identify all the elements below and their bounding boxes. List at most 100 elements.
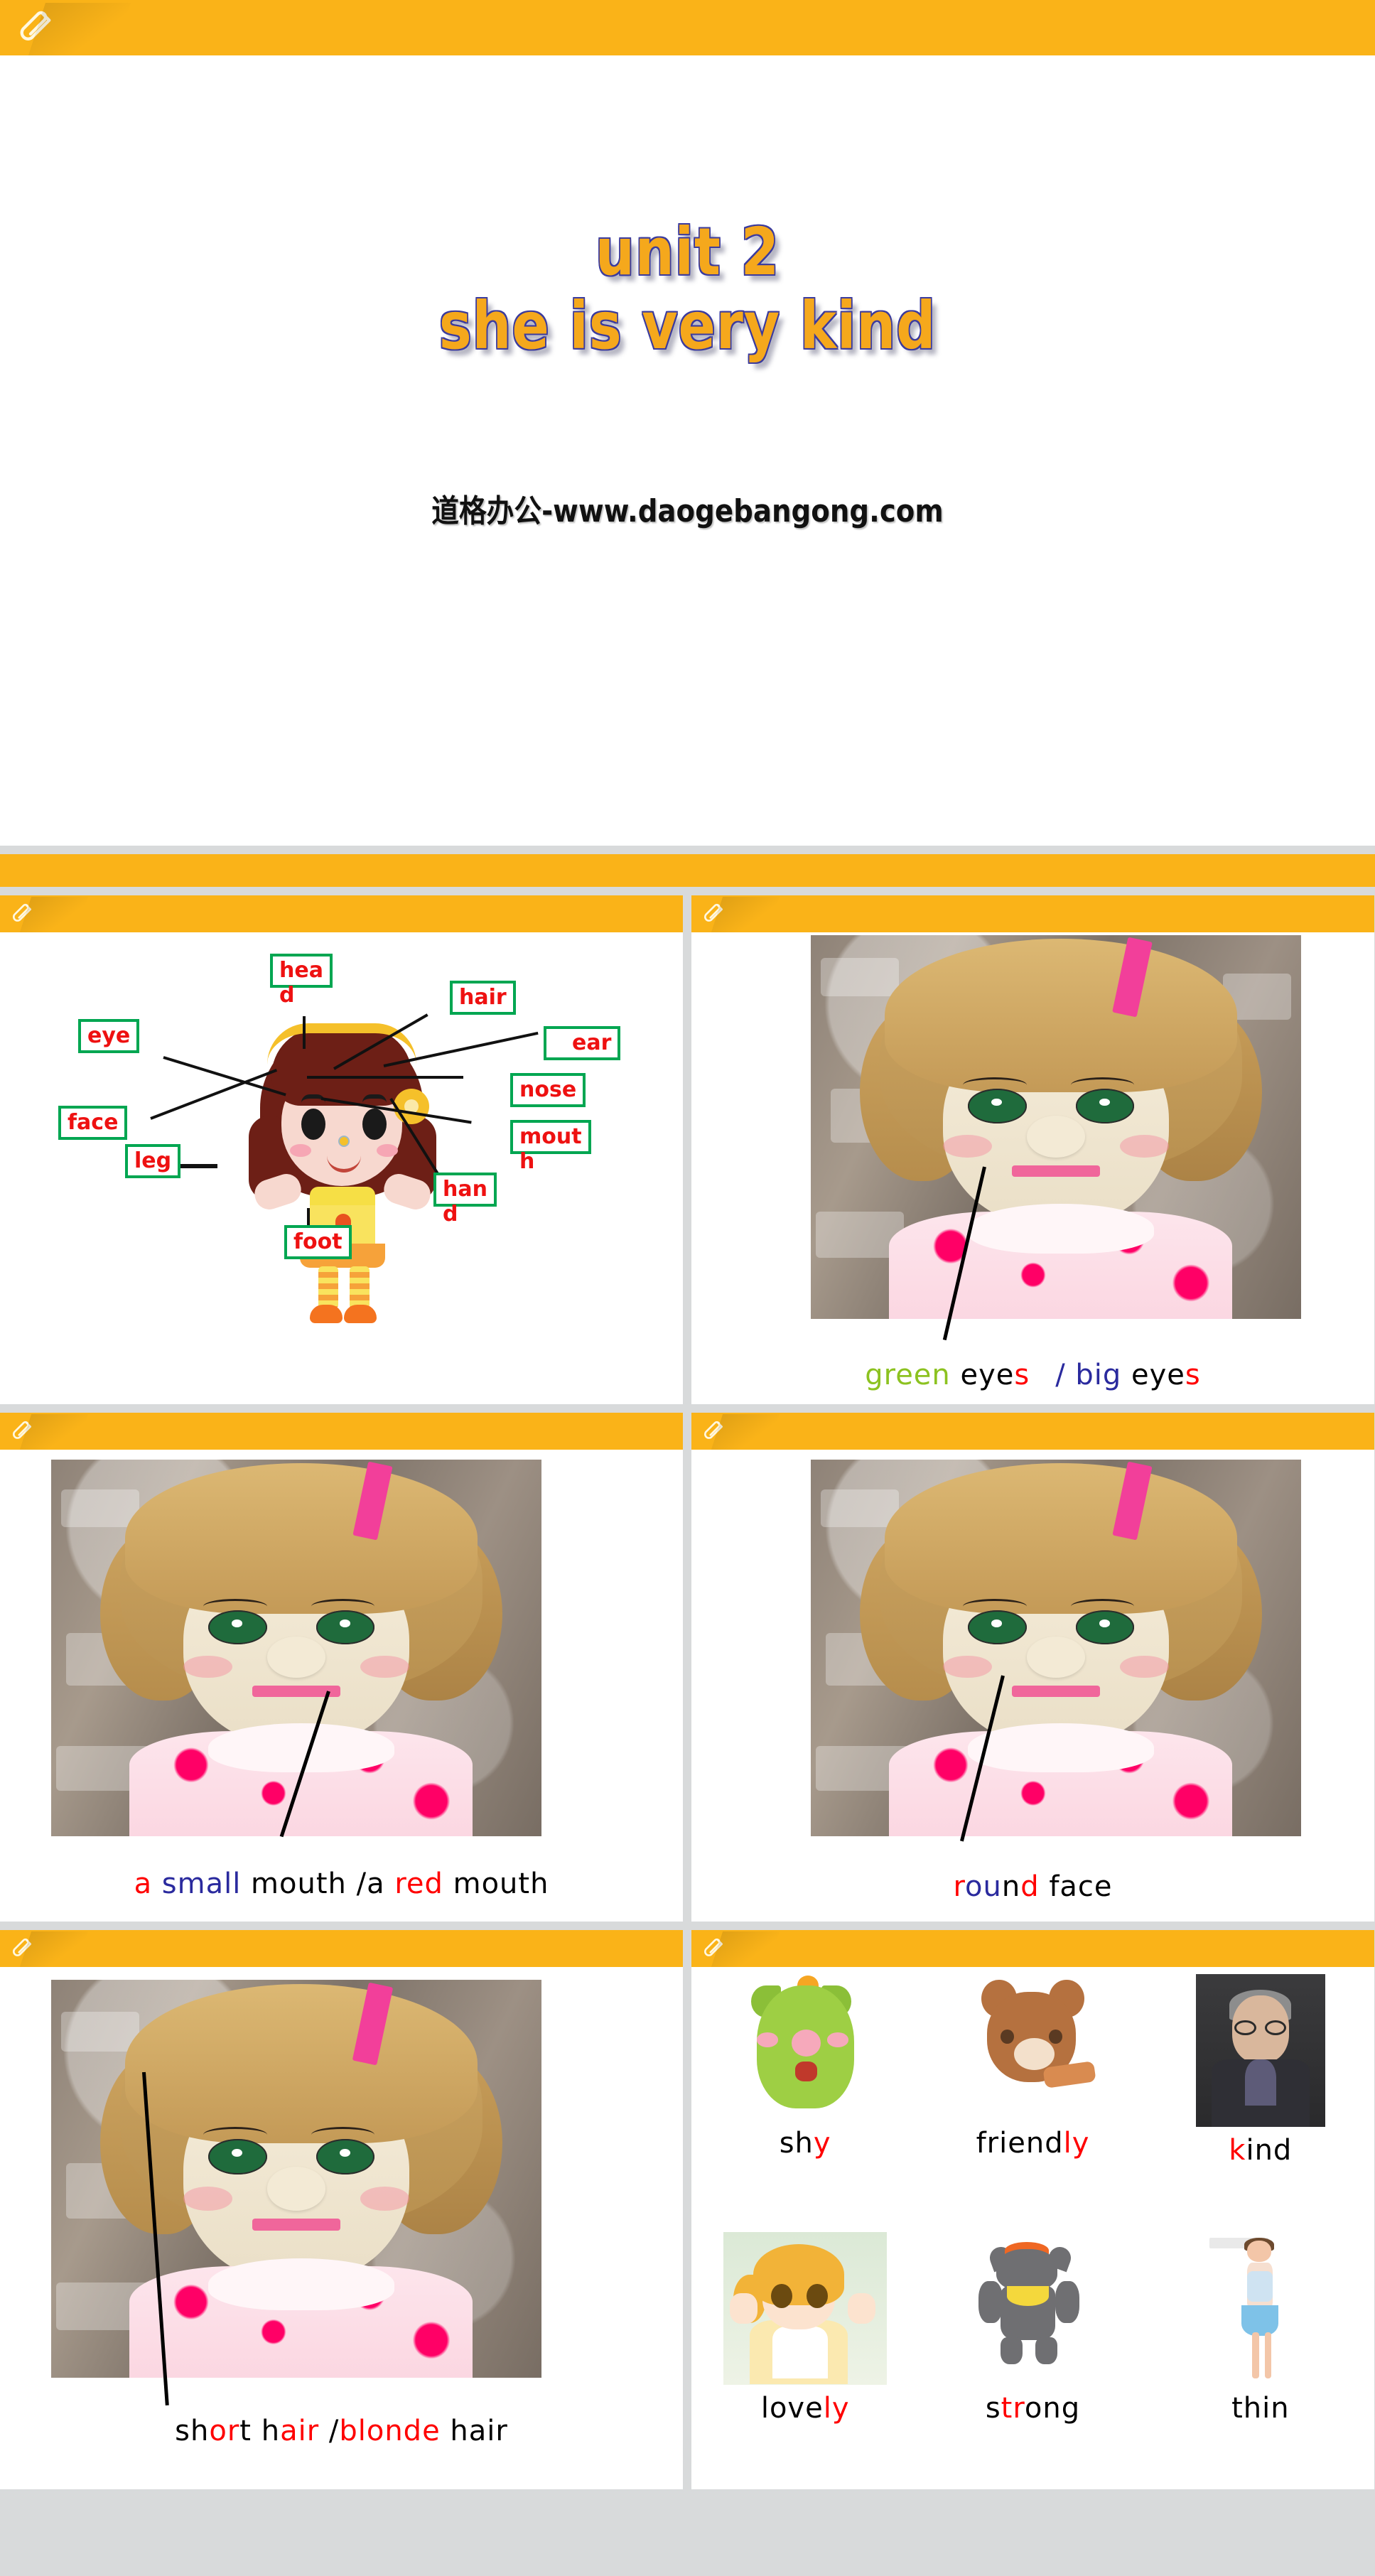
label-face-text: face: [68, 1110, 119, 1135]
label-hand[interactable]: han d: [433, 1173, 497, 1225]
trait-kind[interactable]: kind: [1147, 1974, 1374, 2232]
green-pig-illustration: [738, 1974, 873, 2120]
trait-seg: y: [813, 2127, 831, 2160]
caption-seg: eye: [950, 1359, 1015, 1391]
slide-header-band: [691, 1930, 1374, 1967]
caption-seg: air: [280, 2415, 320, 2447]
trait-seg: thin: [1231, 2391, 1290, 2425]
trait-thin[interactable]: thin: [1147, 2231, 1374, 2490]
label-eye-text: eye: [87, 1023, 131, 1048]
slide-header-band: [691, 1413, 1374, 1450]
paperclip-shadow: [19, 1931, 89, 1967]
trait-friendly[interactable]: friendly: [919, 1974, 1146, 2232]
mouth-slide: a small mouth /a red mouth: [0, 1413, 683, 1922]
caption-hair: short hair /blonde hair: [0, 2415, 683, 2447]
trait-shy[interactable]: shy: [691, 1974, 919, 2232]
trait-lovely[interactable]: lovely: [691, 2231, 919, 2490]
title-slide-header-band: [0, 0, 1375, 55]
body-parts-diagram: hea d hair ear nose mout h han d eye fac…: [0, 932, 683, 1404]
paperclip-shadow: [711, 1414, 780, 1450]
man-with-glasses-photo: [1195, 1974, 1325, 2127]
caption-seg: green: [865, 1359, 951, 1391]
caption-eyes: green eyes / big eyes: [691, 1359, 1374, 1391]
label-foot[interactable]: foot: [284, 1225, 352, 1259]
trait-seg: sh: [779, 2127, 814, 2160]
caption-seg: n: [1001, 1870, 1021, 1903]
traits-row-2: lovely strong thin: [691, 2231, 1374, 2490]
traits-grid: shy friendly kind lovely strong thin: [691, 1967, 1374, 2489]
eyes-slide: green eyes / big eyes: [691, 895, 1374, 1404]
paperclip-shadow: [711, 897, 780, 932]
label-head-text: hea: [279, 958, 323, 983]
caption-seg: r: [953, 1870, 966, 1903]
label-leg-text: leg: [134, 1148, 172, 1173]
label-head[interactable]: hea d: [270, 954, 333, 1006]
slide-header-band: [0, 1930, 683, 1967]
divider-band: [0, 854, 1375, 887]
label-hair[interactable]: hair: [450, 981, 516, 1015]
trait-seg: k: [1229, 2134, 1246, 2167]
caption-face: round face: [691, 1870, 1374, 1903]
label-ear[interactable]: ear: [544, 1026, 621, 1060]
trait-label-lovely: lovely: [761, 2392, 850, 2425]
label-eye[interactable]: eye: [78, 1019, 140, 1053]
caption-seg: h: [251, 2415, 281, 2447]
caption-seg: / big: [1055, 1359, 1122, 1391]
caption-seg: or: [209, 2415, 240, 2447]
caption-seg: face: [1039, 1870, 1113, 1903]
caption-seg: ou: [965, 1870, 1002, 1903]
caption-seg: eye: [1121, 1359, 1185, 1391]
page-title-line2: she is very kind: [438, 287, 937, 364]
trait-seg: s: [985, 2391, 1001, 2425]
doll-face-photo-eyes: [811, 935, 1301, 1319]
label-nose-text: nose: [519, 1077, 577, 1102]
leader-line-head: [303, 1016, 306, 1049]
slide-row-1: hea d hair ear nose mout h han d eye fac…: [0, 895, 1375, 1404]
trait-seg: ind: [1246, 2134, 1293, 2167]
label-hand-overflow: d: [443, 1202, 458, 1227]
label-foot-text: foot: [293, 1229, 343, 1254]
page-title-line1: unit 2: [595, 214, 780, 290]
anime-child-illustration: [723, 2231, 888, 2385]
slide-header-band: [691, 895, 1374, 932]
slide-gap: [0, 846, 1375, 854]
label-hair-text: hair: [459, 985, 507, 1010]
face-slide: round face: [691, 1413, 1374, 1922]
watermark-text: 道格办公-www.daogebangong.com: [431, 493, 944, 529]
eyes-slide-body: green eyes / big eyes: [691, 932, 1374, 1404]
trait-seg: ong: [1024, 2391, 1081, 2425]
brown-bear-illustration: [965, 1974, 1100, 2120]
slide-header-band: [0, 895, 683, 932]
cartoon-girl-illustration: [236, 1009, 449, 1323]
slide-deck: unit 2 she is very kind 道格办公-www.daogeba…: [0, 0, 1375, 2489]
label-head-overflow: d: [279, 983, 295, 1008]
caption-seg: mouth: [241, 1868, 347, 1900]
caption-mouth: a small mouth /a red mouth: [0, 1868, 683, 1900]
label-face[interactable]: face: [58, 1106, 128, 1140]
traits-slide: shy friendly kind lovely strong thin: [691, 1930, 1374, 2489]
caption-seg: s: [1014, 1359, 1030, 1391]
paperclip-shadow: [19, 897, 89, 932]
caption-seg: small: [152, 1868, 242, 1900]
trait-seg: tr: [1001, 2391, 1025, 2425]
trait-strong[interactable]: strong: [919, 2232, 1146, 2490]
caption-seg: /a: [346, 1868, 395, 1900]
label-nose[interactable]: nose: [510, 1073, 586, 1107]
hair-slide-body: short hair /blonde hair: [0, 1967, 683, 2489]
caption-seg: d: [1020, 1870, 1040, 1903]
title-slide-body: unit 2 she is very kind 道格办公-www.daogeba…: [0, 55, 1375, 846]
slide-row-3: short hair /blonde hair shy friendly kin…: [0, 1930, 1375, 2489]
slide-gap: [0, 1922, 1375, 1930]
body-parts-slide: hea d hair ear nose mout h han d eye fac…: [0, 895, 683, 1404]
slide-gap: [0, 887, 1375, 895]
label-ear-text: ear: [572, 1030, 612, 1055]
label-mouth-overflow: h: [519, 1149, 535, 1174]
trait-label-shy: shy: [780, 2127, 831, 2160]
caption-seg: /: [319, 2415, 340, 2447]
trait-label-thin: thin: [1231, 2392, 1290, 2425]
label-mouth[interactable]: mout h: [510, 1120, 591, 1173]
label-leg[interactable]: leg: [125, 1144, 181, 1178]
caption-seg: blonde: [339, 2415, 441, 2447]
trait-seg: ly: [1063, 2127, 1090, 2160]
title-slide: unit 2 she is very kind 道格办公-www.daogeba…: [0, 0, 1375, 846]
